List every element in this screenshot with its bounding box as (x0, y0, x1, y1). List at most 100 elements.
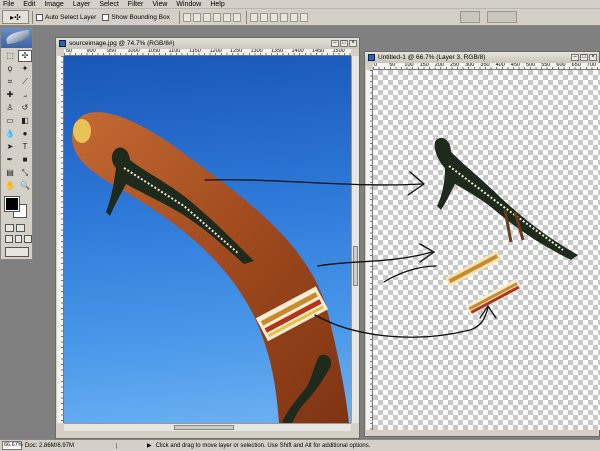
auto-select-layer-label: Auto Select Layer (45, 13, 97, 21)
ruler-label: 250 (450, 63, 460, 68)
ruler-label: 550 (541, 63, 551, 68)
show-bounding-box-checkbox[interactable]: Show Bounding Box (102, 13, 170, 21)
options-bar: ▸✣ Auto Select Layer Show Bounding Box (0, 9, 600, 26)
menu-filter[interactable]: Filter (128, 0, 144, 9)
distribute-hcenter-button[interactable] (289, 12, 298, 22)
distribute-left-button[interactable] (279, 12, 288, 22)
blur-tool-icon[interactable]: 💧 (3, 128, 17, 140)
magic-wand-tool-icon[interactable]: ✦ (18, 63, 32, 75)
ruler-label: 450 (510, 63, 520, 68)
align-left-button[interactable] (212, 12, 221, 22)
source-image-canvas[interactable] (64, 56, 351, 423)
distribute-right-button[interactable] (299, 12, 308, 22)
quickmask-mode-button[interactable] (16, 224, 25, 232)
ruler-label: 400 (495, 63, 505, 68)
screen-mode-full-menu-button[interactable] (14, 235, 23, 243)
source-window-titlebar[interactable]: sourceimage.jpg @ 74.7% (RGB/8#) – □ × (56, 38, 359, 49)
clone-stamp-icon[interactable]: ♙ (3, 102, 17, 114)
healing-brush-icon[interactable]: ✚ (3, 89, 17, 101)
align-right-button[interactable] (232, 12, 241, 22)
target-window-titlebar[interactable]: Untitled-1 @ 66.7% (Layer 3, RGB/8) – □ … (365, 52, 599, 63)
align-top-button[interactable] (182, 12, 191, 22)
distribute-vcenter-button[interactable] (259, 12, 268, 22)
ruler-label: 1350 (271, 49, 284, 54)
menu-edit[interactable]: Edit (23, 0, 35, 9)
notes-tool-icon[interactable]: ▤ (3, 167, 17, 179)
align-vcenter-button[interactable] (192, 12, 201, 22)
marquee-tool-icon[interactable]: ⬚ (3, 50, 17, 62)
align-hcenter-button[interactable] (222, 12, 231, 22)
scrollbar-thumb[interactable] (353, 246, 358, 286)
auto-select-layer-checkbox[interactable]: Auto Select Layer (36, 13, 97, 21)
ruler-label: 950 (107, 49, 117, 54)
pasted-band-two[interactable] (465, 278, 522, 316)
ruler-label: 50 (389, 63, 396, 68)
distribute-top-button[interactable] (249, 12, 258, 22)
menu-window[interactable]: Window (176, 0, 201, 9)
window-close-icon[interactable]: × (349, 40, 357, 47)
show-bounding-box-label: Show Bounding Box (111, 13, 170, 21)
foreground-color-swatch[interactable] (4, 196, 20, 212)
screen-mode-full-button[interactable] (24, 235, 33, 243)
path-select-icon[interactable]: ➤ (3, 141, 17, 153)
menu-select[interactable]: Select (99, 0, 118, 9)
ruler-label: 0 (374, 63, 378, 68)
pasted-kangaroo[interactable] (434, 137, 578, 260)
ruler-label: 50 (66, 49, 73, 54)
distribute-bottom-button[interactable] (269, 12, 278, 22)
gradient-tool-icon[interactable]: ◧ (18, 115, 32, 127)
source-window-title: sourceimage.jpg @ 74.7% (RGB/8#) (69, 40, 175, 47)
workspace-button[interactable] (486, 11, 517, 23)
menu-view[interactable]: View (152, 0, 167, 9)
standard-mode-button[interactable] (5, 224, 14, 232)
shape-tool-icon[interactable]: ■ (18, 154, 32, 166)
slice-tool-icon[interactable]: ⟋ (18, 76, 32, 88)
scrollbar-thumb[interactable] (174, 425, 234, 430)
ruler-label: 100 (404, 63, 414, 68)
window-minimize-icon[interactable]: – (331, 40, 339, 47)
target-transparent-canvas[interactable] (373, 70, 600, 430)
document-icon (59, 40, 66, 47)
zoom-field[interactable]: 66.67% (2, 441, 23, 450)
hand-tool-icon[interactable]: ✋ (3, 180, 17, 192)
ruler-label: 600 (556, 63, 566, 68)
ruler-label: 1100 (168, 49, 181, 54)
pasted-layers (434, 137, 578, 316)
source-vertical-ruler (57, 56, 64, 423)
source-vertical-scrollbar[interactable] (351, 56, 359, 423)
pen-tool-icon[interactable]: ✒ (3, 154, 17, 166)
zoom-tool-icon[interactable]: 🔍 (18, 180, 32, 192)
menu-file[interactable]: File (3, 0, 14, 9)
ruler-label: 1050 (148, 49, 161, 54)
eraser-tool-icon[interactable]: ▭ (3, 115, 17, 127)
window-close-icon[interactable]: × (589, 54, 597, 61)
ruler-label: 1300 (250, 49, 263, 54)
move-tool-icon[interactable]: ✣ (18, 50, 32, 62)
crop-tool-icon[interactable]: ⌗ (3, 76, 17, 88)
dodge-tool-icon[interactable]: ● (18, 128, 32, 140)
window-maximize-icon[interactable]: □ (340, 40, 348, 47)
ruler-label: 1400 (291, 49, 304, 54)
toolbox-header (1, 28, 32, 48)
screen-mode-standard-button[interactable] (5, 235, 13, 243)
target-window-title: Untitled-1 @ 66.7% (Layer 3, RGB/8) (378, 54, 486, 61)
align-bottom-button[interactable] (202, 12, 211, 22)
jump-to-imageready-button[interactable] (5, 247, 29, 257)
menu-help[interactable]: Help (210, 0, 224, 9)
type-tool-icon[interactable]: T (18, 141, 32, 153)
eyedropper-tool-icon[interactable]: ⤡ (18, 167, 32, 179)
palette-well-button[interactable] (459, 11, 480, 23)
options-separator (178, 10, 180, 24)
source-document-window: sourceimage.jpg @ 74.7% (RGB/8#) – □ × 5… (55, 37, 360, 439)
brush-tool-icon[interactable]: ⟓ (18, 89, 32, 101)
document-size-info[interactable]: Doc: 2.86M/6.97M (25, 442, 117, 449)
window-maximize-icon[interactable]: □ (580, 54, 588, 61)
history-brush-icon[interactable]: ↺ (18, 102, 32, 114)
pasted-band-one[interactable] (445, 250, 502, 287)
menu-layer[interactable]: Layer (73, 0, 91, 9)
lasso-tool-icon[interactable]: ϙ (3, 63, 17, 75)
tool-preset-picker[interactable]: ▸✣ (2, 10, 29, 24)
source-horizontal-scrollbar[interactable] (64, 423, 351, 431)
menu-image[interactable]: Image (44, 0, 63, 9)
window-minimize-icon[interactable]: – (571, 54, 579, 61)
